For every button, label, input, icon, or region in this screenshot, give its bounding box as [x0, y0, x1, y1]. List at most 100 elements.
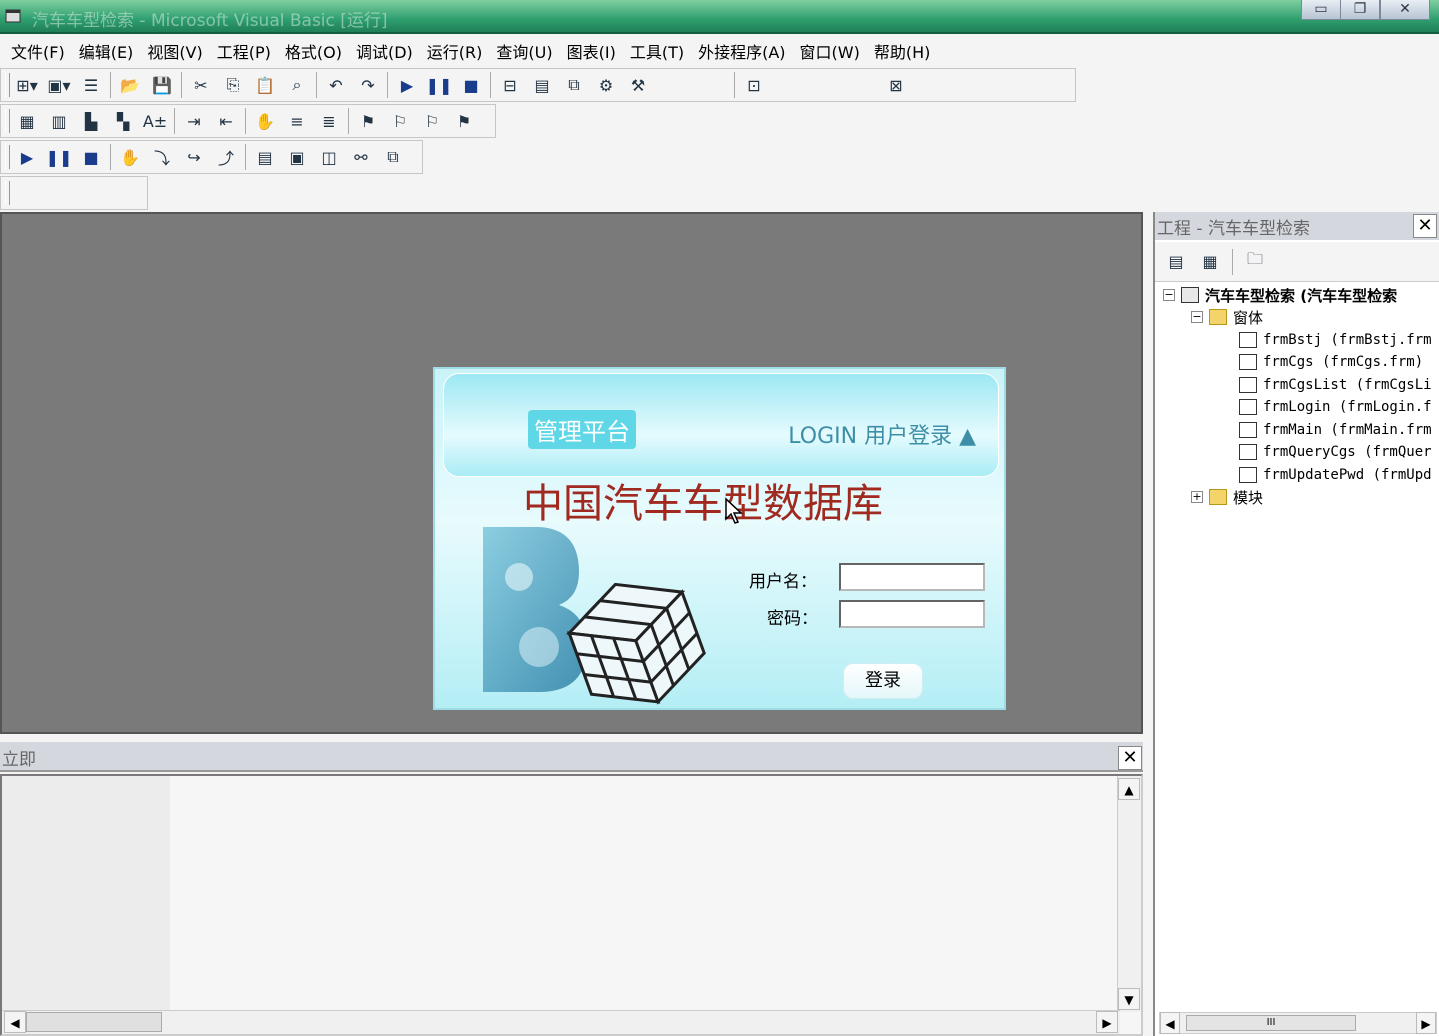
step-into-icon[interactable]: ⤵ [146, 142, 178, 172]
scroll-up-icon[interactable]: ▲ [1118, 778, 1140, 800]
step-over-icon[interactable]: ↪ [178, 142, 210, 172]
start-icon[interactable]: ▶ [391, 70, 423, 100]
outdent-icon[interactable]: ⇤ [210, 106, 242, 136]
menu-run[interactable]: 运行(R) [420, 39, 490, 63]
collapse-icon[interactable]: − [1191, 311, 1203, 323]
project-explorer-close-button[interactable]: ✕ [1413, 214, 1437, 238]
end-icon[interactable]: ■ [455, 70, 487, 100]
expand-icon[interactable]: + [1191, 491, 1203, 503]
undo-icon[interactable]: ↶ [320, 70, 352, 100]
menu-project[interactable]: 工程(P) [210, 39, 278, 63]
menu-format[interactable]: 格式(O) [278, 39, 349, 63]
menu-addins[interactable]: 外接程序(A) [691, 39, 792, 63]
tree-form-item[interactable]: frmBstj (frmBstj.frm [1239, 329, 1432, 351]
break-icon[interactable]: ❚❚ [43, 142, 75, 172]
password-input[interactable] [839, 600, 985, 628]
complete-word-icon[interactable]: A± [139, 106, 171, 136]
end-icon[interactable]: ■ [75, 142, 107, 172]
username-input[interactable] [839, 563, 985, 591]
next-bookmark-icon[interactable]: ⚐ [384, 106, 416, 136]
list-properties-icon[interactable]: ▦ [11, 106, 43, 136]
watch-window-icon[interactable]: ◫ [313, 142, 345, 172]
tree-form-item[interactable]: frmMain (frmMain.frm [1239, 419, 1432, 441]
immediate-horizontal-scrollbar[interactable]: ◀ ▶ [2, 1010, 1120, 1034]
scroll-down-icon[interactable]: ▼ [1118, 988, 1140, 1010]
previous-bookmark-icon[interactable]: ⚐ [416, 106, 448, 136]
view-object-icon[interactable]: ▦ [1195, 247, 1225, 277]
scroll-left-icon[interactable]: ◀ [4, 1011, 26, 1033]
close-button[interactable]: ✕ [1380, 0, 1430, 20]
login-button[interactable]: 登录 [843, 663, 923, 699]
immediate-window-icon[interactable]: ▣ [281, 142, 313, 172]
immediate-window[interactable]: ▲ ▼ ◀ ▶ [0, 774, 1143, 1036]
quick-info-icon[interactable]: ▙ [75, 106, 107, 136]
scroll-left-icon[interactable]: ◀ [1160, 1012, 1180, 1034]
menu-diagram[interactable]: 图表(I) [560, 39, 623, 63]
project-explorer-toolbar: ▤ ▦ 🗀 [1155, 242, 1439, 282]
tree-form-item[interactable]: frmQueryCgs (frmQuer [1239, 441, 1432, 463]
redo-icon[interactable]: ↷ [352, 70, 384, 100]
vb-app-icon[interactable] [4, 6, 22, 24]
tree-forms-folder[interactable]: − 窗体 [1191, 306, 1263, 328]
indent-icon[interactable]: ⇥ [178, 106, 210, 136]
quick-watch-icon[interactable]: ⚯ [345, 142, 377, 172]
restore-button[interactable]: ❐ [1340, 0, 1380, 20]
comment-block-icon[interactable]: ≡ [281, 106, 313, 136]
menu-editor-icon[interactable]: ☰ [75, 70, 107, 100]
immediate-vertical-scrollbar[interactable]: ▲ ▼ [1117, 776, 1141, 1012]
project-explorer-icon[interactable]: ⊟ [494, 70, 526, 100]
scroll-right-icon[interactable]: ▶ [1416, 1012, 1436, 1034]
tree-modules-folder[interactable]: + 模块 [1191, 486, 1263, 508]
menu-help[interactable]: 帮助(H) [867, 39, 938, 63]
toggle-bookmark-icon[interactable]: ⚑ [352, 106, 384, 136]
open-icon[interactable]: 📂 [114, 70, 146, 100]
tree-form-item[interactable]: frmCgsList (frmCgsLi [1239, 374, 1432, 396]
minimize-button[interactable]: ▭ [1301, 0, 1341, 20]
list-constants-icon[interactable]: ▥ [43, 106, 75, 136]
menu-edit[interactable]: 编辑(E) [72, 39, 141, 63]
properties-icon[interactable]: ▤ [526, 70, 558, 100]
uncomment-block-icon[interactable]: ≣ [313, 106, 345, 136]
parameter-info-icon[interactable]: ▚ [107, 106, 139, 136]
object-browser-icon[interactable]: ⚙ [590, 70, 622, 100]
call-stack-icon[interactable]: ⧉ [377, 142, 409, 172]
scroll-right-icon[interactable]: ▶ [1096, 1011, 1118, 1033]
toolbar-separator [1232, 248, 1233, 275]
form-layout-icon[interactable]: ⧉ [558, 70, 590, 100]
cut-icon[interactable]: ✂ [185, 70, 217, 100]
start-icon[interactable]: ▶ [11, 142, 43, 172]
position-icon[interactable]: ⊡ [738, 70, 770, 100]
tree-form-item[interactable]: frmUpdatePwd (frmUpd [1239, 464, 1432, 486]
break-icon[interactable]: ❚❚ [423, 70, 455, 100]
copy-icon[interactable]: ⎘ [217, 70, 249, 100]
paste-icon[interactable]: 📋 [249, 70, 281, 100]
project-explorer-horizontal-scrollbar[interactable]: ◀ III ▶ [1159, 1012, 1437, 1034]
collapse-icon[interactable]: − [1163, 289, 1175, 301]
menu-view[interactable]: 视图(V) [140, 39, 209, 63]
add-project-icon[interactable]: ⊞▾ [11, 70, 43, 100]
scroll-thumb[interactable] [26, 1012, 162, 1032]
toggle-folders-icon[interactable]: 🗀 [1240, 247, 1270, 277]
menu-tools[interactable]: 工具(T) [623, 39, 691, 63]
toggle-breakpoint-icon[interactable]: ✋ [114, 142, 146, 172]
view-code-icon[interactable]: ▤ [1161, 247, 1191, 277]
menu-file[interactable]: 文件(F) [4, 39, 72, 63]
step-out-icon[interactable]: ⤴ [210, 142, 242, 172]
menu-window[interactable]: 窗口(W) [793, 39, 867, 63]
size-icon[interactable]: ⊠ [880, 70, 912, 100]
toolbox-icon[interactable]: ⚒ [622, 70, 654, 100]
clear-bookmarks-icon[interactable]: ⚑ [448, 106, 480, 136]
toggle-breakpoint-icon[interactable]: ✋ [249, 106, 281, 136]
locals-window-icon[interactable]: ▤ [249, 142, 281, 172]
tree-form-item[interactable]: frmCgs (frmCgs.frm) [1239, 351, 1423, 373]
find-icon[interactable]: ⌕ [281, 70, 313, 100]
save-icon[interactable]: 💾 [146, 70, 178, 100]
tree-form-item[interactable]: frmLogin (frmLogin.f [1239, 396, 1432, 418]
tree-project-node[interactable]: − 汽车车型检索 (汽车车型检索 [1163, 284, 1397, 306]
scroll-thumb[interactable]: III [1186, 1015, 1356, 1031]
add-form-icon[interactable]: ▣▾ [43, 70, 75, 100]
toolbar-separator [348, 108, 349, 134]
menu-debug[interactable]: 调试(D) [349, 39, 420, 63]
menu-query[interactable]: 查询(U) [489, 39, 559, 63]
immediate-close-button[interactable]: ✕ [1118, 746, 1142, 770]
